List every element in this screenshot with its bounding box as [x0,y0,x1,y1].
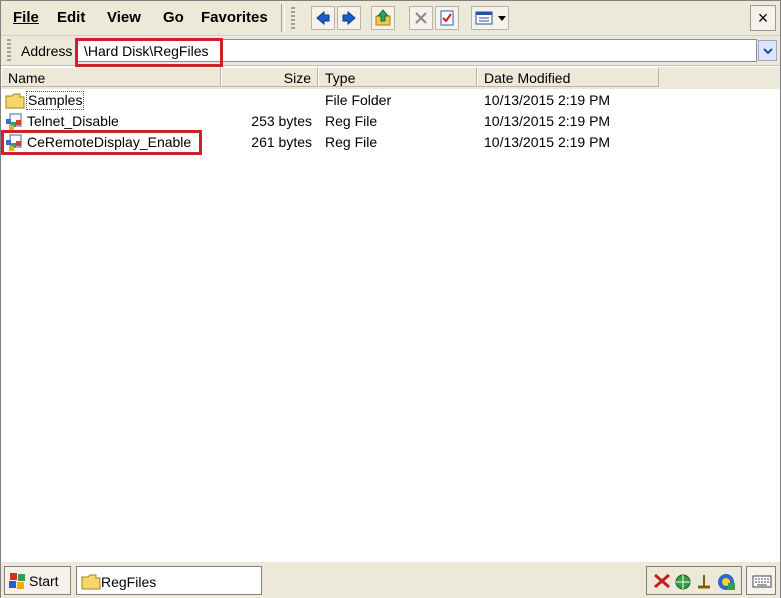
menu-file[interactable]: File [13,9,39,26]
address-label: Address [21,43,73,59]
usb-icon[interactable] [695,573,713,591]
delete-icon [413,10,429,26]
folder-icon [5,92,25,109]
properties-icon [439,10,455,26]
up-button[interactable] [371,6,395,30]
file-size: 261 bytes [251,134,312,150]
start-button[interactable]: Start [4,566,71,595]
list-item[interactable]: Samples File Folder 10/13/2015 2:19 PM [1,90,780,111]
address-highlight-box [75,38,223,67]
menu-edit[interactable]: Edit [57,9,85,26]
file-type: Reg File [325,113,378,129]
menu-view[interactable]: View [107,9,141,26]
column-header-date[interactable]: Date Modified [477,67,659,87]
back-button[interactable] [311,6,335,30]
column-header-size[interactable]: Size [221,67,318,87]
file-type: File Folder [325,92,392,108]
file-name: Telnet_Disable [27,113,119,129]
file-date: 10/13/2015 2:19 PM [484,113,611,129]
file-size: 253 bytes [251,113,312,129]
column-header-type[interactable]: Type [318,67,477,87]
menu-favorites[interactable]: Favorites [201,9,268,26]
column-header-row: Name Size Type Date Modified [1,67,780,89]
back-arrow-icon [315,10,331,26]
up-folder-icon [374,9,392,27]
folder-icon [81,573,101,590]
file-name: Samples [26,91,85,110]
file-type: Reg File [325,134,378,150]
column-header-name[interactable]: Name [1,67,221,87]
start-label: Start [29,573,59,589]
keyboard-button[interactable] [746,566,776,595]
address-dropdown-button[interactable] [758,40,777,61]
file-highlight-box [1,130,202,155]
toolbar-grip [291,7,295,29]
properties-button[interactable] [435,6,459,30]
forward-button[interactable] [337,6,361,30]
taskbar-window-regfiles[interactable]: RegFiles [76,566,262,595]
windows-logo-icon [8,572,28,590]
activesync-icon[interactable] [716,572,736,592]
file-date: 10/13/2015 2:19 PM [484,134,611,150]
views-button[interactable] [471,6,509,30]
menu-bar: File Edit View Go Favorites × [1,1,780,36]
file-date: 10/13/2015 2:19 PM [484,92,611,108]
forward-arrow-icon [341,10,357,26]
taskbar-window-label: RegFiles [101,574,157,590]
globe-icon[interactable] [674,573,692,591]
explorer-window: File Edit View Go Favorites × Address \H… [0,0,781,598]
delete-button[interactable] [409,6,433,30]
taskbar: Start RegFiles [1,561,780,598]
address-grip [7,39,11,61]
list-item[interactable]: Telnet_Disable 253 bytes Reg File 10/13/… [1,111,780,132]
reg-file-icon [5,113,25,131]
views-icon [475,10,507,26]
close-button[interactable]: × [750,5,776,31]
toolbar-separator [281,4,285,32]
menu-go[interactable]: Go [163,9,184,26]
network-disconnected-icon[interactable] [653,573,671,589]
chevron-down-icon [762,47,773,55]
keyboard-icon [752,573,772,589]
system-tray [646,566,742,595]
